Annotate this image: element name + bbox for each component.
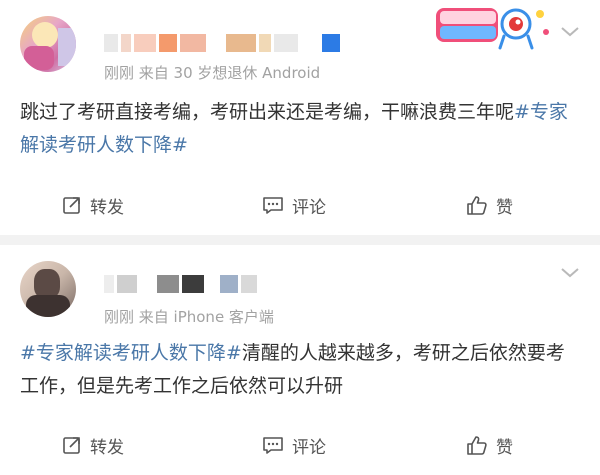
weibo-post: 刚刚 来自 iPhone 客户端 #专家解读考研人数下降#清醒的人越来越多，考研… (0, 245, 600, 475)
comment-label: 评论 (292, 197, 326, 218)
like-label: 赞 (496, 437, 513, 458)
comment-label: 评论 (292, 437, 326, 458)
comment-button[interactable]: 评论 (262, 190, 326, 220)
like-button[interactable]: 赞 (466, 430, 513, 460)
hashtag-link[interactable]: #专家解读考研人数下降# (20, 342, 242, 364)
comment-button[interactable]: 评论 (262, 430, 326, 460)
promo-sticker-icon[interactable] (430, 2, 555, 50)
like-label: 赞 (496, 197, 513, 218)
username-redacted[interactable] (104, 34, 340, 52)
repost-icon (63, 437, 80, 454)
thumbs-up-icon (467, 196, 487, 215)
repost-label: 转发 (90, 197, 124, 218)
weibo-post: 刚刚 来自 30 岁想退休 Android 跳过了考研直接考编，考研出来还是考编… (0, 0, 600, 235)
post-separator (0, 235, 600, 245)
like-button[interactable]: 赞 (466, 190, 513, 220)
post-meta: 刚刚 来自 30 岁想退休 Android (104, 64, 321, 82)
action-bar: 转发 评论 赞 (0, 430, 600, 460)
post-text: 跳过了考研直接考编，考研出来还是考编，干嘛浪费三年呢 (20, 101, 515, 123)
repost-button[interactable]: 转发 (62, 190, 124, 220)
post-content: 跳过了考研直接考编，考研出来还是考编，干嘛浪费三年呢#专家解读考研人数下降# (20, 96, 580, 162)
repost-label: 转发 (90, 437, 124, 458)
comment-icon (263, 437, 283, 454)
repost-icon (63, 197, 80, 214)
action-bar: 转发 评论 赞 (0, 190, 600, 220)
post-content: #专家解读考研人数下降#清醒的人越来越多，考研之后依然要考工作，但是先考工作之后… (20, 337, 580, 403)
chevron-down-icon[interactable] (560, 267, 580, 281)
comment-icon (263, 197, 283, 214)
avatar[interactable] (20, 261, 76, 317)
username-redacted[interactable] (104, 275, 257, 293)
post-meta: 刚刚 来自 iPhone 客户端 (104, 308, 274, 326)
chevron-down-icon[interactable] (560, 26, 580, 40)
avatar[interactable] (20, 16, 76, 72)
repost-button[interactable]: 转发 (62, 430, 124, 460)
thumbs-up-icon (467, 436, 487, 455)
